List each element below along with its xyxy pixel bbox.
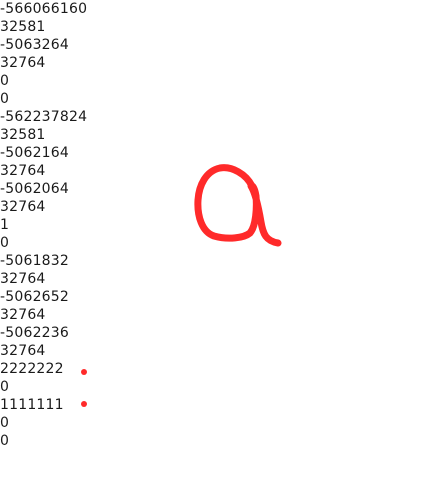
scribble-stroke xyxy=(194,164,282,247)
handwritten-a-scribble xyxy=(194,164,282,247)
